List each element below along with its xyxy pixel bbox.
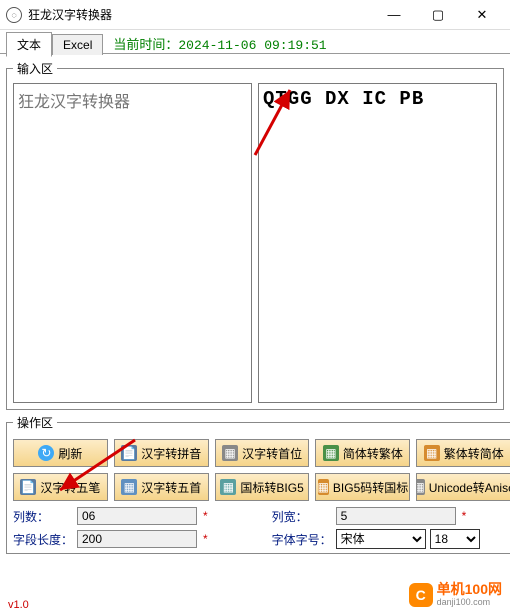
teal-icon: ▦	[220, 479, 236, 495]
button-row-2: 📄汉字转五笔 ▦汉字转五首 ▦国标转BIG5 ▦BIG5码转国标 ▦Unicod…	[13, 473, 510, 501]
btn-label: 国标转BIG5	[240, 479, 303, 496]
watermark-icon: C	[409, 583, 433, 607]
window-title: 狂龙汉字转换器	[28, 6, 372, 23]
simp-to-trad-button[interactable]: ▦简体转繁体	[315, 439, 410, 467]
version-label: v1.0	[8, 599, 29, 611]
output-box[interactable]: QTGG DX IC PB	[258, 83, 497, 403]
btn-label: 汉字转拼音	[141, 445, 201, 462]
font-name-select[interactable]: 宋体	[336, 529, 426, 549]
doc-icon: 📄	[121, 445, 137, 461]
btn-label: Unicode转Anisc	[429, 479, 510, 496]
watermark: C 单机100网 danji100.com	[409, 582, 502, 607]
width-label: 列宽：	[272, 508, 332, 525]
gray-icon: ▦	[222, 445, 238, 461]
button-row-1: ↻刷新 📄汉字转拼音 ▦汉字转首位 ▦简体转繁体 ▦繁体转简体	[13, 439, 510, 467]
time-prefix: 当前时间：	[113, 38, 178, 53]
required-star: *	[203, 532, 208, 546]
time-value: 2024-11-06 09:19:51	[178, 38, 326, 53]
input-fieldset: 输入区 QTGG DX IC PB	[6, 60, 504, 410]
watermark-domain: danji100.com	[437, 597, 502, 607]
required-star: *	[203, 509, 208, 523]
trad-to-simp-button[interactable]: ▦繁体转简体	[416, 439, 510, 467]
gray-icon: ▦	[416, 479, 424, 495]
btn-label: 繁体转简体	[444, 445, 504, 462]
green-icon: ▦	[323, 445, 339, 461]
ops-area: 操作区 ↻刷新 📄汉字转拼音 ▦汉字转首位 ▦简体转繁体 ▦繁体转简体 📄汉字转…	[6, 414, 504, 554]
cols-label: 列数：	[13, 508, 73, 525]
len-input[interactable]	[77, 530, 197, 548]
unicode-button[interactable]: ▦ Unicode转Anisc	[416, 473, 510, 501]
tab-excel[interactable]: Excel	[52, 34, 103, 55]
width-input[interactable]	[336, 507, 456, 525]
app-icon: ◌	[6, 7, 22, 23]
btn-label: 简体转繁体	[343, 445, 403, 462]
input-legend: 输入区	[13, 60, 57, 77]
len-label: 字段长度：	[13, 531, 73, 548]
btn-label: BIG5码转国标	[333, 479, 408, 496]
font-label: 字体字号：	[272, 531, 332, 548]
tab-bar: 文本 Excel 当前时间：2024-11-06 09:19:51	[0, 30, 510, 54]
blue-icon: ▦	[121, 479, 137, 495]
current-time: 当前时间：2024-11-06 09:19:51	[113, 34, 326, 53]
minimize-button[interactable]: —	[372, 1, 416, 29]
param-row-1: 列数： * 列宽： *	[13, 507, 510, 525]
tab-text[interactable]: 文本	[6, 32, 52, 57]
required-star: *	[462, 509, 467, 523]
input-textarea[interactable]	[13, 83, 252, 403]
refresh-button[interactable]: ↻刷新	[13, 439, 108, 467]
ops-fieldset: 操作区 ↻刷新 📄汉字转拼音 ▦汉字转首位 ▦简体转繁体 ▦繁体转简体 📄汉字转…	[6, 414, 510, 554]
watermark-text: 单机100网	[437, 581, 502, 597]
font-size-select[interactable]: 18	[430, 529, 480, 549]
titlebar: ◌ 狂龙汉字转换器 — ▢ ✕	[0, 0, 510, 30]
doc-icon: 📄	[20, 479, 36, 495]
content-area: 输入区 QTGG DX IC PB 操作区 ↻刷新 📄汉字转拼音 ▦汉字转首位 …	[0, 54, 510, 564]
btn-label: 汉字转首位	[242, 445, 302, 462]
btn-label: 汉字转五笔	[40, 479, 100, 496]
ops-legend: 操作区	[13, 414, 57, 431]
orange-icon: ▦	[424, 445, 440, 461]
orange-icon: ▦	[318, 479, 329, 495]
big5-to-gb-button[interactable]: ▦BIG5码转国标	[315, 473, 410, 501]
cols-input[interactable]	[77, 507, 197, 525]
wubi-button[interactable]: 📄汉字转五笔	[13, 473, 108, 501]
maximize-button[interactable]: ▢	[416, 1, 460, 29]
param-row-2: 字段长度： * 字体字号： 宋体 18	[13, 529, 510, 549]
close-button[interactable]: ✕	[460, 1, 504, 29]
gb-to-big5-button[interactable]: ▦国标转BIG5	[215, 473, 310, 501]
btn-label: 汉字转五首	[141, 479, 201, 496]
initial-button[interactable]: ▦汉字转首位	[215, 439, 310, 467]
refresh-icon: ↻	[38, 445, 54, 461]
pinyin-button[interactable]: 📄汉字转拼音	[114, 439, 209, 467]
btn-label: 刷新	[58, 445, 82, 462]
wushou-button[interactable]: ▦汉字转五首	[114, 473, 209, 501]
